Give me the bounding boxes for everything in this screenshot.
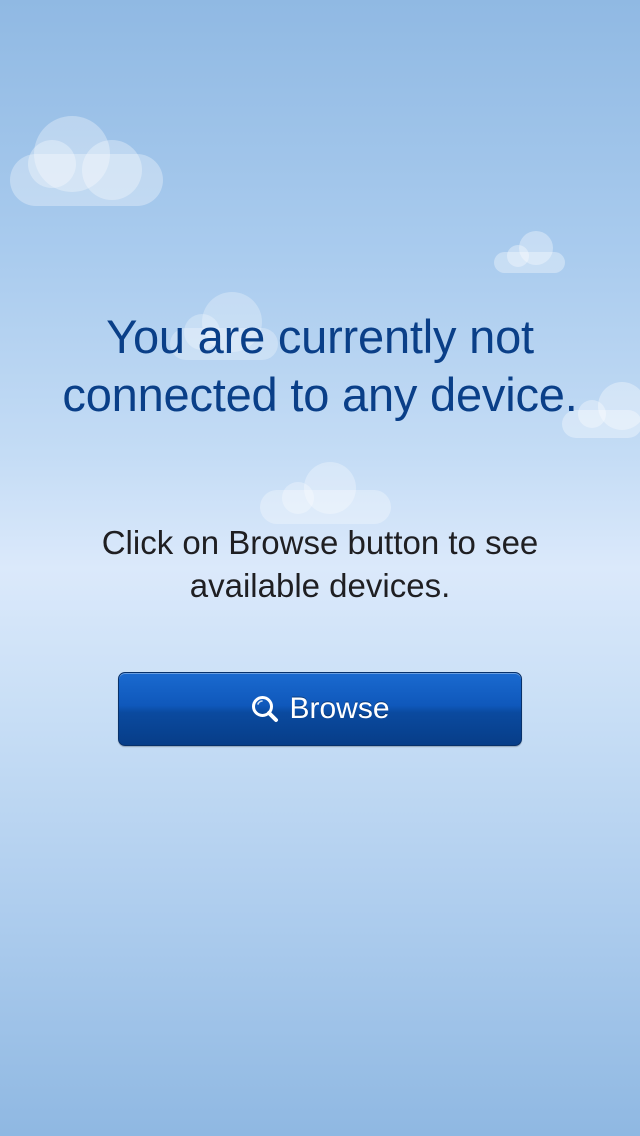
not-connected-headline: You are currently not connected to any d… <box>62 310 578 421</box>
browse-button-label: Browse <box>289 692 390 725</box>
search-icon <box>250 694 280 724</box>
browse-instruction-text: Click on Browse button to see available … <box>101 524 539 604</box>
browse-button[interactable]: Browse <box>118 672 522 746</box>
not-connected-screen: You are currently not connected to any d… <box>0 0 640 1136</box>
